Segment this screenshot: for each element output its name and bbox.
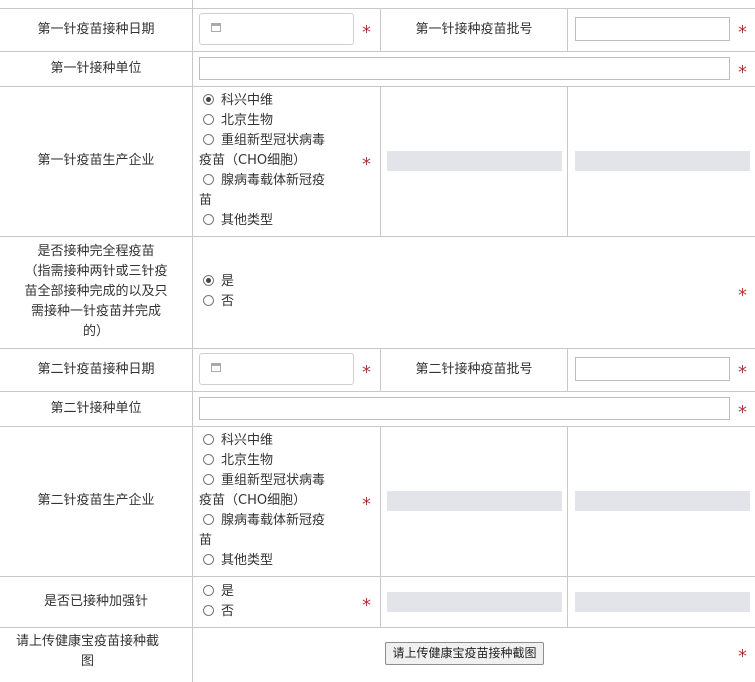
booster-readonly-field-2 xyxy=(575,592,750,612)
radio-option-recombinant[interactable]: 重组新型冠状病毒 xyxy=(203,471,353,491)
upload-label: 请上传健康宝疫苗接种截 图 xyxy=(15,634,159,669)
booster-label: 是否已接种加强针 xyxy=(43,593,148,609)
required-mark: * xyxy=(738,646,747,667)
grid-line xyxy=(567,8,568,51)
radio-icon xyxy=(203,174,214,185)
radio-option-other[interactable]: 其他类型 xyxy=(203,551,353,571)
radio-icon xyxy=(203,434,214,445)
required-mark: * xyxy=(362,362,371,383)
dose1-date-picker[interactable] xyxy=(199,13,354,45)
grid-line xyxy=(567,426,568,627)
radio-icon xyxy=(203,454,214,465)
radio-icon xyxy=(203,514,214,525)
dose2-readonly-field-2 xyxy=(575,491,750,511)
dose1-batch-label: 第一针接种疫苗批号 xyxy=(415,21,533,37)
dose2-readonly-field-1 xyxy=(387,491,562,511)
dose2-date-label: 第二针疫苗接种日期 xyxy=(37,361,155,377)
radio-option-adenovirus[interactable]: 腺病毒载体新冠疫 xyxy=(203,511,353,531)
dose1-unit-input[interactable] xyxy=(199,57,730,80)
dose1-manufacturer-label: 第一针疫苗生产企业 xyxy=(37,153,155,168)
required-mark: * xyxy=(362,154,371,175)
grid-line xyxy=(567,348,568,391)
required-mark: * xyxy=(738,402,747,423)
booster-readonly-field-1 xyxy=(387,592,562,612)
calendar-icon xyxy=(211,23,221,32)
radio-icon xyxy=(203,585,214,596)
radio-selected-icon xyxy=(203,94,214,105)
grid-line xyxy=(192,0,193,682)
radio-option-other[interactable]: 其他类型 xyxy=(203,211,353,231)
dose1-readonly-field-1 xyxy=(387,151,562,171)
radio-option-no[interactable]: 否 xyxy=(203,292,353,312)
radio-option-no[interactable]: 否 xyxy=(203,602,353,622)
dose2-unit-label: 第二针接种单位 xyxy=(50,400,142,416)
radio-option-beijing-bio[interactable]: 北京生物 xyxy=(203,451,353,471)
required-mark: * xyxy=(738,362,747,383)
upload-screenshot-button[interactable]: 请上传健康宝疫苗接种截图 xyxy=(385,642,544,665)
radio-option-yes[interactable]: 是 xyxy=(203,272,353,292)
radio-icon xyxy=(203,214,214,225)
radio-option-recombinant-cont: 疫苗（CHO细胞） xyxy=(199,153,307,168)
grid-line xyxy=(380,426,381,627)
radio-option-beijing-bio[interactable]: 北京生物 xyxy=(203,111,353,131)
radio-icon xyxy=(203,295,214,306)
radio-option-adenovirus-cont: 苗 xyxy=(199,533,213,548)
dose2-manufacturer-label: 第二针疫苗生产企业 xyxy=(37,493,155,508)
dose2-manufacturer-radio-group: 科兴中维 北京生物 重组新型冠状病毒 疫苗（CHO细胞） 腺病毒载体新冠疫 苗 … xyxy=(199,431,353,571)
full-course-label: 是否接种完全程疫苗 （指需接种两针或三针疫 苗全部接种完成的以及只 需接种一针疫… xyxy=(24,244,168,339)
required-mark: * xyxy=(362,22,371,43)
radio-icon xyxy=(203,474,214,485)
required-mark: * xyxy=(738,22,747,43)
required-mark: * xyxy=(362,494,371,515)
dose1-date-label: 第一针疫苗接种日期 xyxy=(37,21,155,37)
dose2-batch-label: 第二针接种疫苗批号 xyxy=(415,361,533,377)
radio-option-kexing[interactable]: 科兴中维 xyxy=(203,91,353,111)
radio-icon xyxy=(203,605,214,616)
radio-option-adenovirus[interactable]: 腺病毒载体新冠疫 xyxy=(203,171,353,191)
dose1-unit-label: 第一针接种单位 xyxy=(50,60,142,76)
booster-radio-group: 是 否 xyxy=(203,582,353,622)
dose1-readonly-field-2 xyxy=(575,151,750,171)
dose2-batch-input[interactable] xyxy=(575,357,730,381)
dose1-batch-input[interactable] xyxy=(575,17,730,41)
radio-option-kexing[interactable]: 科兴中维 xyxy=(203,431,353,451)
radio-selected-icon xyxy=(203,275,214,286)
radio-icon xyxy=(203,114,214,125)
full-course-radio-group: 是 否 xyxy=(203,272,353,312)
calendar-icon xyxy=(211,363,221,372)
required-mark: * xyxy=(362,595,371,616)
required-mark: * xyxy=(738,285,747,306)
radio-icon xyxy=(203,134,214,145)
required-mark: * xyxy=(738,62,747,83)
dose1-manufacturer-radio-group: 科兴中维 北京生物 重组新型冠状病毒 疫苗（CHO细胞） 腺病毒载体新冠疫 苗 … xyxy=(199,91,353,231)
radio-option-yes[interactable]: 是 xyxy=(203,582,353,602)
radio-option-adenovirus-cont: 苗 xyxy=(199,193,213,208)
radio-option-recombinant[interactable]: 重组新型冠状病毒 xyxy=(203,131,353,151)
grid-line xyxy=(567,86,568,236)
dose2-date-picker[interactable] xyxy=(199,353,354,385)
radio-option-recombinant-cont: 疫苗（CHO细胞） xyxy=(199,493,307,508)
radio-icon xyxy=(203,554,214,565)
dose2-unit-input[interactable] xyxy=(199,397,730,420)
grid-line xyxy=(380,86,381,236)
